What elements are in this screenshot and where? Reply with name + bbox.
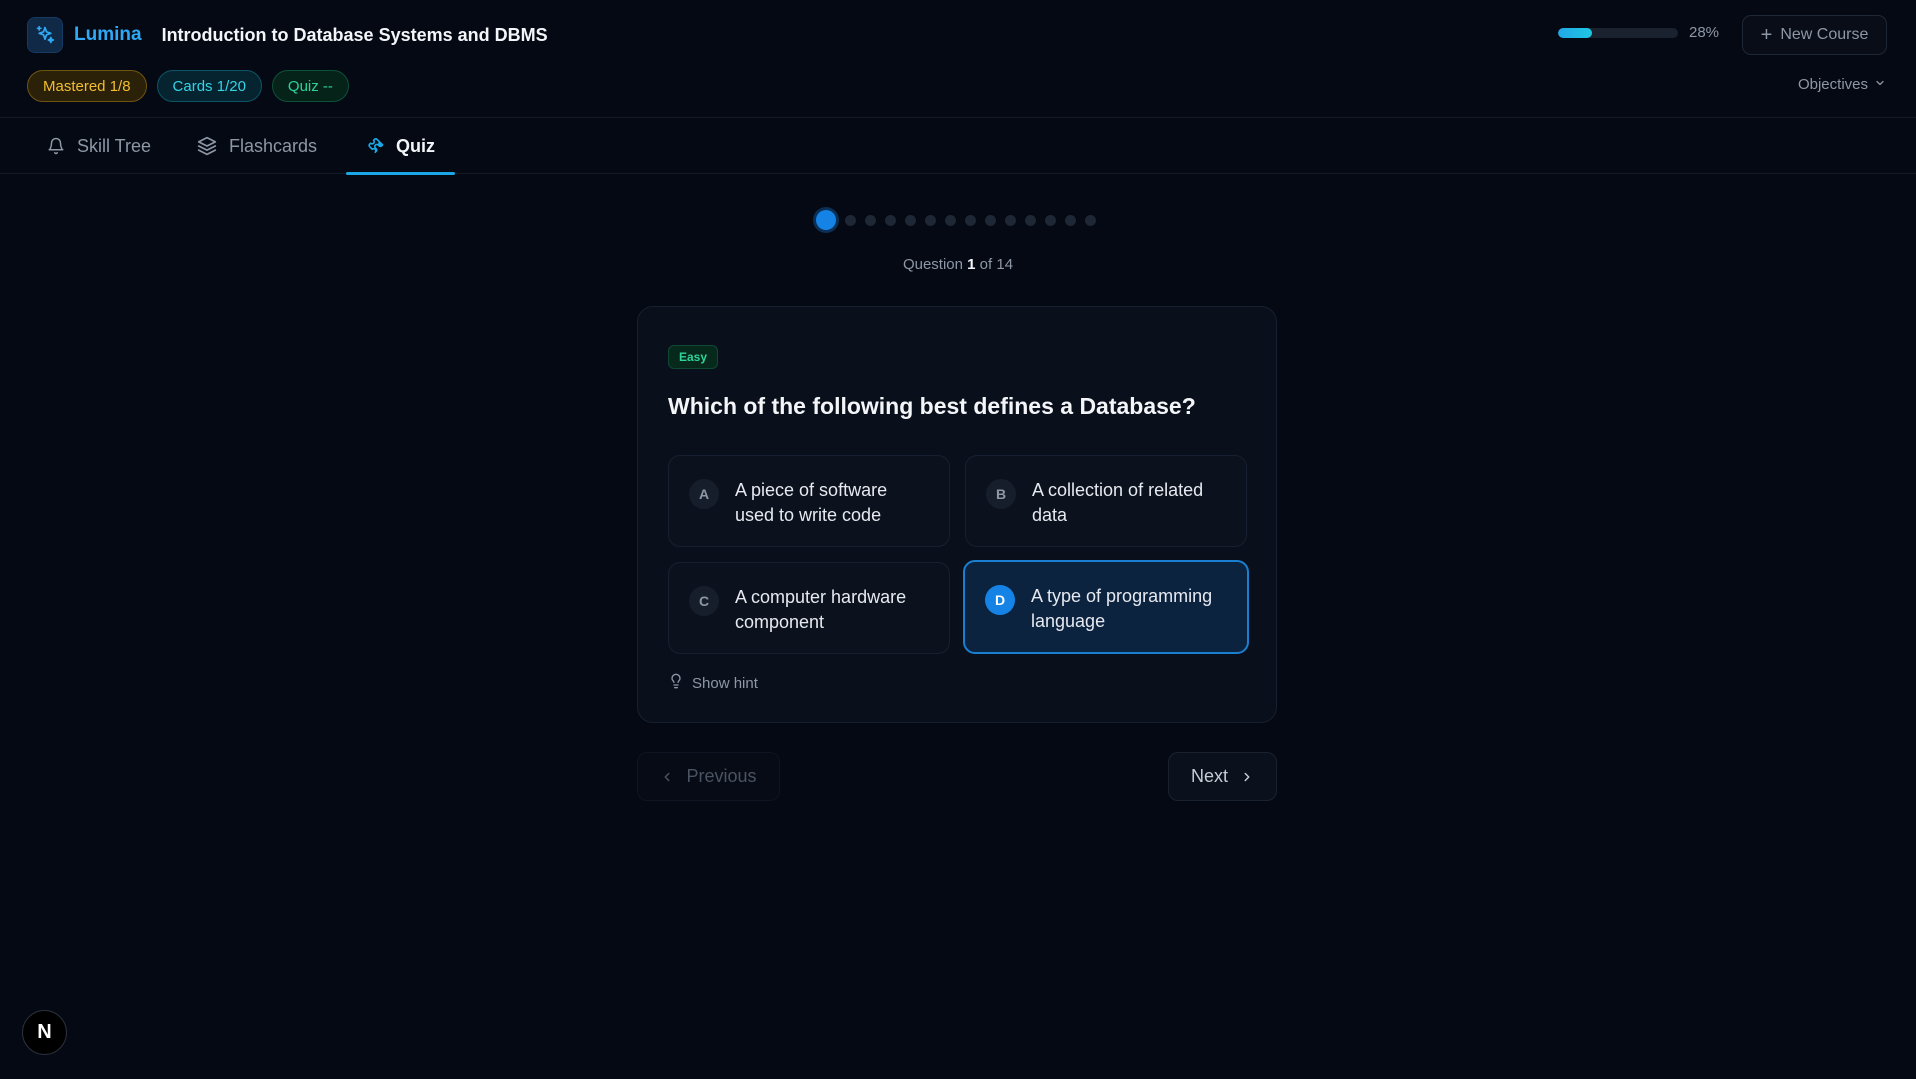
question-dot-8[interactable] xyxy=(965,214,976,226)
chevron-left-icon xyxy=(660,770,674,784)
next-button[interactable]: Next xyxy=(1168,752,1277,801)
question-dot-9[interactable] xyxy=(985,214,996,226)
question-dot-14[interactable] xyxy=(1085,214,1096,226)
question-dot-11[interactable] xyxy=(1025,214,1036,226)
answer-option-b[interactable]: B A collection of related data xyxy=(965,455,1247,547)
lightbulb-icon xyxy=(668,673,684,693)
tab-skill-tree[interactable]: Skill Tree xyxy=(47,118,151,174)
option-text: A computer hardware component xyxy=(735,587,907,632)
question-dot-7[interactable] xyxy=(945,214,956,226)
cards-badge: Cards 1/20 xyxy=(156,70,262,102)
brand[interactable]: Lumina Introduction to Database Systems … xyxy=(27,17,548,53)
progress-track xyxy=(1558,27,1678,38)
question-dot-10[interactable] xyxy=(1005,214,1016,226)
option-text: A collection of related data xyxy=(1032,480,1204,525)
puzzle-icon xyxy=(364,136,384,156)
next-js-avatar[interactable]: N xyxy=(22,1010,67,1055)
tab-flashcards[interactable]: Flashcards xyxy=(197,118,317,174)
tab-label: Quiz xyxy=(396,135,435,156)
difficulty-badge: Easy xyxy=(668,345,719,369)
tab-label: Skill Tree xyxy=(77,135,152,156)
counter-current: 1 xyxy=(967,256,976,273)
option-letter: D xyxy=(985,585,1015,615)
next-label: Next xyxy=(1190,766,1228,786)
new-course-button[interactable]: + New Course xyxy=(1742,15,1887,55)
question-card: Easy Which of the following best defines… xyxy=(637,306,1277,723)
counter-prefix: Question xyxy=(902,256,963,273)
new-course-label: New Course xyxy=(1780,26,1869,43)
layers-icon xyxy=(197,136,217,156)
answer-option-c[interactable]: C A computer hardware component xyxy=(668,562,950,654)
question-dot-4[interactable] xyxy=(885,214,896,226)
question-dot-1[interactable] xyxy=(816,210,836,230)
option-letter: B xyxy=(986,479,1016,509)
previous-label: Previous xyxy=(686,766,757,786)
objectives-label: Objectives xyxy=(1797,76,1868,93)
question-dot-12[interactable] xyxy=(1045,214,1056,226)
question-counter: Question 1 of 14 xyxy=(0,256,1916,273)
previous-button[interactable]: Previous xyxy=(637,752,780,801)
question-dot-2[interactable] xyxy=(845,214,856,226)
question-dot-5[interactable] xyxy=(905,214,916,226)
course-title: Introduction to Database Systems and DBM… xyxy=(161,24,548,45)
progress-percent: 28% xyxy=(1689,24,1720,41)
tab-label: Flashcards xyxy=(229,135,318,156)
stats-badges: Mastered 1/8 Cards 1/20 Quiz -- xyxy=(27,70,349,102)
counter-suffix: of 14 xyxy=(979,256,1014,273)
chevron-down-icon xyxy=(1874,76,1886,93)
option-text: A type of programming language xyxy=(1031,586,1213,631)
answer-option-a[interactable]: A A piece of software used to write code xyxy=(668,455,950,547)
mastered-badge: Mastered 1/8 xyxy=(27,70,147,102)
question-dot-6[interactable] xyxy=(925,214,936,226)
question-dot-3[interactable] xyxy=(865,214,876,226)
tab-quiz[interactable]: Quiz xyxy=(346,118,455,175)
question-text: Which of the following best defines a Da… xyxy=(668,393,1196,419)
quiz-badge: Quiz -- xyxy=(271,70,349,102)
option-text: A piece of software used to write code xyxy=(735,480,888,525)
show-hint-button[interactable]: Show hint xyxy=(668,673,758,693)
objectives-dropdown[interactable]: Objectives xyxy=(1798,76,1886,93)
app-header: Lumina Introduction to Database Systems … xyxy=(0,0,1916,118)
bell-icon xyxy=(47,137,65,155)
tab-bar: Skill Tree Flashcards Quiz xyxy=(0,118,1916,175)
chevron-right-icon xyxy=(1240,770,1254,784)
progress-fill xyxy=(1558,27,1592,38)
question-dots xyxy=(816,210,1096,230)
brand-name: Lumina xyxy=(74,24,142,45)
course-progress: 28% xyxy=(1558,24,1719,41)
answer-option-d[interactable]: D A type of programming language xyxy=(963,560,1249,654)
question-dot-13[interactable] xyxy=(1065,214,1076,226)
sparkle-logo-icon xyxy=(27,17,63,53)
hint-label: Show hint xyxy=(692,674,758,692)
plus-icon: + xyxy=(1760,24,1773,46)
option-letter: A xyxy=(689,479,719,509)
option-letter: C xyxy=(689,586,719,616)
